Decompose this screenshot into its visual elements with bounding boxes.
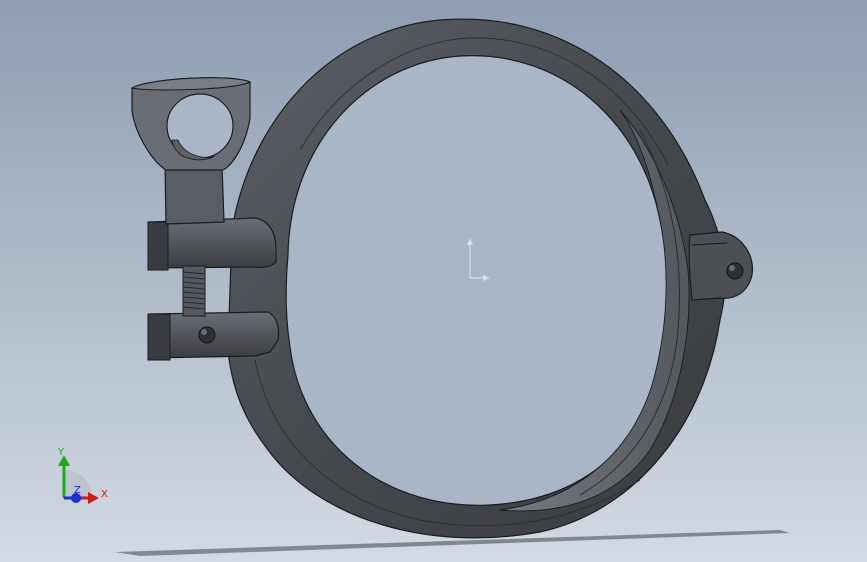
upper-lug[interactable] xyxy=(147,217,277,271)
model-view[interactable]: X Y Z xyxy=(0,0,867,562)
threaded-stud[interactable] xyxy=(182,265,206,317)
graphics-viewport[interactable]: X Y Z xyxy=(0,0,867,562)
wing-nut[interactable] xyxy=(130,77,252,225)
triad-x-label: X xyxy=(101,489,108,500)
upper-lug-front xyxy=(147,221,169,271)
clamp-ring[interactable] xyxy=(227,18,753,539)
triad-y-label: Y xyxy=(57,447,65,458)
lower-lug[interactable] xyxy=(147,311,280,361)
wing-nut-stem xyxy=(164,164,225,225)
ring-inner-opening xyxy=(285,55,669,506)
reference-triad[interactable]: X Y Z xyxy=(57,447,108,504)
hinge-pin[interactable] xyxy=(726,262,744,280)
lower-lug-front xyxy=(147,313,171,361)
upper-lug-body xyxy=(149,217,277,269)
hinge-knuckle[interactable] xyxy=(688,231,753,301)
triad-x-arrow xyxy=(88,492,99,504)
lower-lug-pin[interactable] xyxy=(198,326,216,344)
lower-lug-pin-highlight xyxy=(201,329,207,335)
triad-z-label: Z xyxy=(74,485,81,496)
hinge-pin-highlight xyxy=(729,265,735,271)
